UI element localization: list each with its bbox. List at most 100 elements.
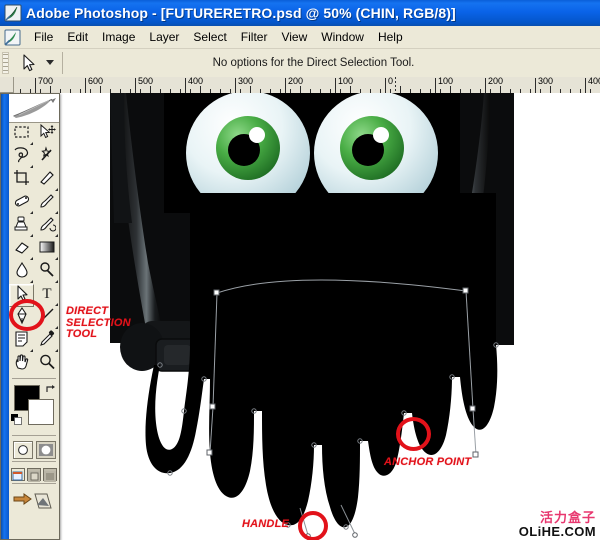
clone-stamp-tool[interactable]: [9, 215, 34, 238]
flyout-triangle-icon[interactable]: [55, 326, 58, 329]
lasso-tool-icon: [13, 146, 31, 169]
eyedropper-tool[interactable]: [34, 330, 59, 353]
menu-view[interactable]: View: [274, 28, 314, 46]
notes-tool[interactable]: [9, 330, 34, 353]
lasso-tool[interactable]: [9, 146, 34, 169]
ruler-major-tick: [135, 78, 136, 93]
flyout-triangle-icon[interactable]: [55, 188, 58, 191]
toolbox-title-grip[interactable]: [1, 94, 9, 539]
direct-selection-arrow-icon[interactable]: [15, 51, 43, 75]
annotation-direct-selection-tool: DIRECT SELECTION TOOL: [66, 306, 131, 341]
magic-wand-tool-icon: [38, 146, 56, 169]
flyout-triangle-icon[interactable]: [55, 349, 58, 352]
ruler-label: 300: [538, 77, 553, 86]
standard-screen-mode-icon[interactable]: [11, 468, 25, 481]
gradient-tool[interactable]: [34, 238, 59, 261]
flyout-triangle-icon[interactable]: [55, 280, 58, 283]
history-brush-tool-icon: [38, 215, 56, 238]
hand-tool-icon: [13, 353, 31, 376]
dodge-tool[interactable]: [34, 261, 59, 284]
healing-brush-tool[interactable]: [9, 192, 34, 215]
flyout-triangle-icon[interactable]: [30, 142, 33, 145]
direct-selection-tool-highlight-ring: [9, 299, 45, 331]
ruler-label: 300: [238, 77, 253, 86]
flyout-triangle-icon[interactable]: [30, 280, 33, 283]
menu-help[interactable]: Help: [371, 28, 410, 46]
flyout-triangle-icon[interactable]: [55, 257, 58, 260]
title-bar: Adobe Photoshop - [FUTURERETRO.psd @ 50%…: [0, 0, 600, 26]
marquee-tool-icon: [13, 123, 31, 146]
quick-mask-mode-icon[interactable]: [36, 441, 56, 459]
slice-tool[interactable]: [34, 169, 59, 192]
ruler-tick: [500, 86, 501, 93]
ruler-tick: [400, 86, 401, 93]
ruler-label: 700: [38, 77, 53, 86]
jump-to-imageready-icon[interactable]: [9, 486, 59, 511]
eyedropper-tool-icon: [38, 330, 56, 353]
ruler-label: 0: [388, 77, 393, 86]
ruler-tick: [150, 86, 151, 93]
flyout-triangle-icon[interactable]: [30, 234, 33, 237]
toolbox-divider-4: [12, 483, 56, 484]
ruler-major-tick: [535, 78, 536, 93]
chevron-down-icon[interactable]: [46, 60, 54, 65]
drag-grip-icon[interactable]: [2, 52, 9, 74]
menu-select[interactable]: Select: [186, 28, 233, 46]
zoom-tool[interactable]: [34, 353, 59, 376]
ruler-corner[interactable]: [0, 77, 14, 93]
anchor-point-highlight-ring: [396, 417, 431, 451]
zoom-tool-icon: [38, 353, 56, 376]
ruler-tick: [200, 86, 201, 93]
full-screen-mode-icon[interactable]: [43, 468, 57, 481]
ruler-major-tick: [485, 78, 486, 93]
flyout-triangle-icon[interactable]: [30, 257, 33, 260]
flyout-triangle-icon[interactable]: [55, 303, 58, 306]
ruler-tick: [250, 86, 251, 93]
menu-window[interactable]: Window: [314, 28, 371, 46]
eraser-tool[interactable]: [9, 238, 34, 261]
default-colors-icon[interactable]: [11, 412, 22, 430]
full-screen-menubar-mode-icon[interactable]: [27, 468, 41, 481]
brush-tool-icon: [38, 192, 56, 215]
healing-brush-tool-icon: [13, 192, 31, 215]
history-brush-tool[interactable]: [34, 215, 59, 238]
photoshop-feather-icon: [4, 4, 22, 22]
toolbox-divider-2: [12, 435, 56, 436]
color-swatches[interactable]: [9, 381, 59, 433]
hand-tool[interactable]: [9, 353, 34, 376]
ruler-label: 400: [588, 77, 600, 86]
background-color-swatch[interactable]: [28, 399, 54, 425]
move-tool[interactable]: [34, 123, 59, 146]
menu-file[interactable]: File: [27, 28, 60, 46]
ruler-tick: [50, 86, 51, 93]
standard-mode-icon[interactable]: [13, 441, 33, 459]
flyout-triangle-icon[interactable]: [30, 349, 33, 352]
swap-colors-icon[interactable]: [46, 382, 57, 400]
brush-tool[interactable]: [34, 192, 59, 215]
menu-image[interactable]: Image: [95, 28, 142, 46]
ruler-major-tick: [185, 78, 186, 93]
menu-filter[interactable]: Filter: [234, 28, 275, 46]
ruler-label: 100: [338, 77, 353, 86]
menu-bar: File Edit Image Layer Select Filter View…: [0, 26, 600, 49]
document-icon: [4, 29, 21, 46]
annotation-handle: HANDLE: [242, 519, 289, 531]
blur-tool[interactable]: [9, 261, 34, 284]
crop-tool[interactable]: [9, 169, 34, 192]
watermark: 活力盒子 OLiHE.COM: [519, 511, 596, 538]
flyout-triangle-icon[interactable]: [30, 165, 33, 168]
menu-edit[interactable]: Edit: [60, 28, 95, 46]
horizontal-ruler[interactable]: 7006005004003002001000100200300400: [14, 77, 600, 94]
options-bar: No options for the Direct Selection Tool…: [0, 49, 600, 76]
move-tool-icon: [38, 123, 56, 146]
magic-wand-tool[interactable]: [34, 146, 59, 169]
menu-layer[interactable]: Layer: [142, 28, 186, 46]
crop-tool-icon: [13, 169, 31, 192]
rectangular-marquee-tool[interactable]: [9, 123, 34, 146]
flyout-triangle-icon[interactable]: [30, 211, 33, 214]
ruler-major-tick: [35, 78, 36, 93]
flyout-triangle-icon[interactable]: [55, 211, 58, 214]
ruler-major-tick: [235, 78, 236, 93]
flyout-triangle-icon[interactable]: [55, 234, 58, 237]
ruler-label: 200: [488, 77, 503, 86]
